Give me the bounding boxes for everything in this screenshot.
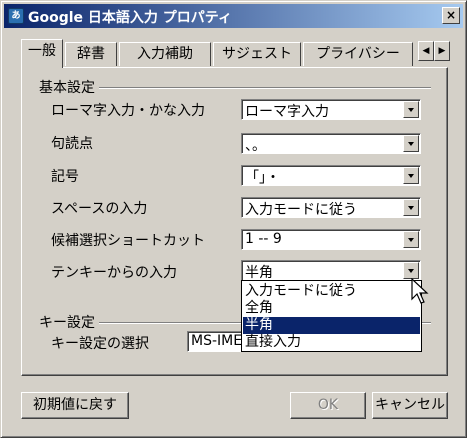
tab-suggest[interactable]: サジェスト [213,42,301,66]
ok-button[interactable]: OK [290,392,366,419]
keymap-value: MS-IME [191,333,243,349]
numpad-input-value: 半角 [245,265,273,281]
candidate-shortcut-value: 1 -- 9 [245,231,282,247]
tab-scroll-left-icon[interactable]: ◀ [418,41,434,61]
numpad-input-select[interactable]: 半角 [241,260,421,281]
properties-window: あ Google 日本語入力 プロパティ × 一般 辞書 入力補助 サジェスト … [0,0,467,438]
key-settings-heading: キー設定 [39,312,99,332]
cancel-button[interactable]: キャンセル [372,392,448,419]
close-button[interactable]: × [442,7,460,24]
symbols-select[interactable]: 「」・ [241,165,421,186]
chevron-down-icon[interactable] [403,135,419,152]
symbols-value: 「」・ [245,170,280,186]
dropdown-option-direct-input[interactable]: 直接入力 [243,334,420,351]
chevron-down-icon[interactable] [403,262,419,279]
romaji-kana-select[interactable]: ローマ字入力 [241,99,421,120]
chevron-down-icon[interactable] [403,199,419,216]
punctuation-value: 、。 [245,138,266,154]
mouse-cursor-icon [411,278,429,304]
tab-dictionary[interactable]: 辞書 [65,42,117,66]
app-icon: あ [8,8,24,24]
romaji-kana-label: ローマ字入力・かな入力 [51,103,205,119]
punctuation-label: 句読点 [51,136,93,152]
space-input-value: 入力モードに従う [245,202,357,218]
keymap-label: キー設定の選択 [51,336,149,352]
dropdown-option-fullwidth[interactable]: 全角 [243,300,420,317]
chevron-down-icon[interactable] [403,167,419,184]
dropdown-option-follow-mode[interactable]: 入力モードに従う [243,283,420,300]
romaji-kana-value: ローマ字入力 [245,104,329,120]
tab-privacy[interactable]: プライバシー [303,42,413,66]
numpad-input-dropdown-list: 入力モードに従う 全角 半角 直接入力 [241,280,422,352]
reset-defaults-button[interactable]: 初期値に戻す [21,392,129,419]
numpad-input-label: テンキーからの入力 [51,265,177,281]
basic-settings-heading: 基本設定 [39,77,99,97]
candidate-shortcut-select[interactable]: 1 -- 9 [241,229,421,250]
space-input-label: スペースの入力 [51,201,148,217]
dropdown-option-halfwidth[interactable]: 半角 [243,317,420,334]
title-bar[interactable]: あ Google 日本語入力 プロパティ × [4,4,463,28]
window-title: Google 日本語入力 プロパティ [28,10,232,26]
space-input-select[interactable]: 入力モードに従う [241,197,421,218]
tab-scroll-right-icon[interactable]: ▶ [434,41,450,61]
tab-input-assist[interactable]: 入力補助 [119,42,211,66]
tab-strip: 一般 辞書 入力補助 サジェスト プライバシー [21,39,421,68]
tab-general[interactable]: 一般 [21,39,63,68]
symbols-label: 記号 [51,169,79,185]
candidate-shortcut-label: 候補選択ショートカット [51,233,205,249]
punctuation-select[interactable]: 、。 [241,133,421,154]
chevron-down-icon[interactable] [403,231,419,248]
chevron-down-icon[interactable] [403,101,419,118]
